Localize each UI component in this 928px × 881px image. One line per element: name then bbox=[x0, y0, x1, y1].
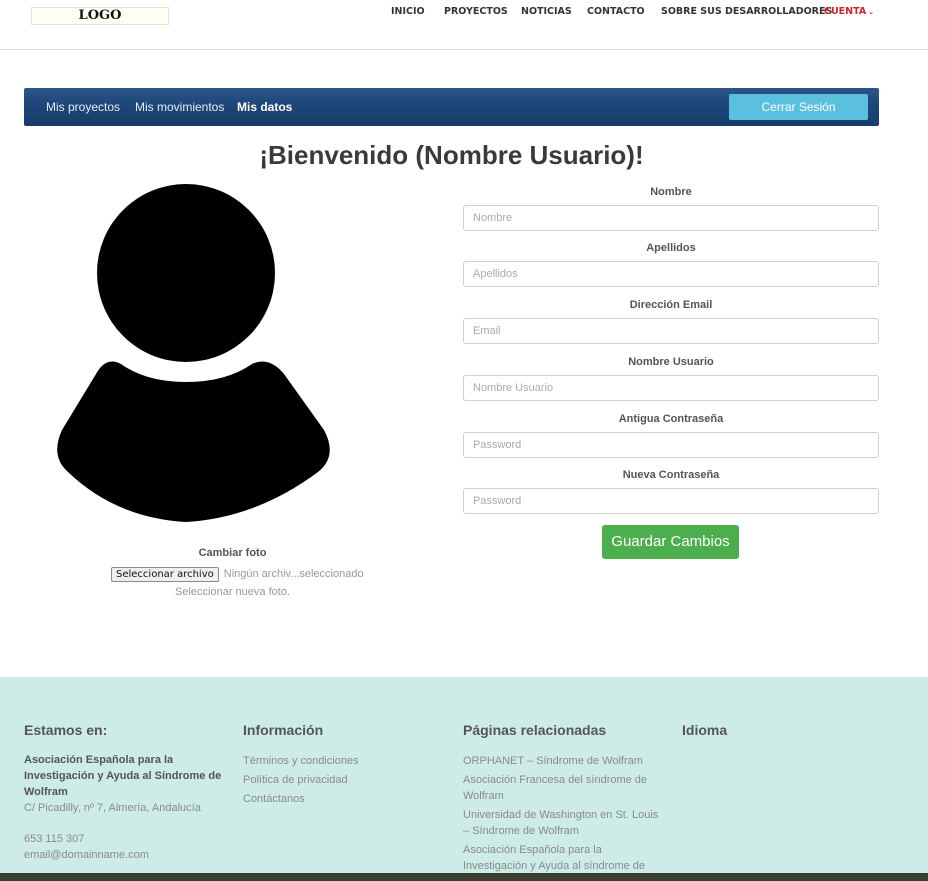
subnav-mis-datos[interactable]: Mis datos bbox=[237, 100, 292, 114]
field-label: Antigua Contraseña bbox=[618, 413, 724, 425]
field-label: Dirección Email bbox=[629, 299, 713, 311]
new-password-input[interactable] bbox=[463, 488, 879, 514]
footer-location-heading: Estamos en: bbox=[24, 722, 108, 738]
footer-link-washington-university[interactable]: Universidad de Washington en St. Louis –… bbox=[463, 807, 663, 839]
footer-link-orphanet[interactable]: ORPHANET – Síndrome de Wolfram bbox=[463, 753, 663, 769]
field-label: Apellidos bbox=[646, 242, 696, 254]
footer-bottom-strip bbox=[0, 873, 928, 881]
nombre-input[interactable] bbox=[463, 205, 879, 231]
footer-info-links: Términos y condiciones Política de priva… bbox=[243, 753, 443, 807]
user-avatar-icon bbox=[57, 184, 330, 522]
field-new-password: Nueva Contraseña bbox=[463, 469, 879, 514]
footer-org-name: Asociación Española para la Investigació… bbox=[24, 754, 222, 798]
footer-email: email@domainname.com bbox=[24, 849, 149, 861]
nav-item-cuenta[interactable]: CUENTA ⌄ bbox=[824, 6, 874, 17]
field-label: Nombre Usuario bbox=[628, 356, 714, 368]
site-footer: Estamos en: Asociación Española para la … bbox=[0, 677, 928, 881]
apellidos-input[interactable] bbox=[463, 261, 879, 287]
site-logo[interactable]: LOGO bbox=[31, 7, 169, 25]
footer-link-french-association[interactable]: Asociación Francesa del síndrome de Wolf… bbox=[463, 772, 663, 804]
footer-link-privacy[interactable]: Política de privacidad bbox=[243, 772, 443, 788]
file-picker: Seleccionar archivo Ningún archiv...sele… bbox=[111, 566, 364, 582]
email-input[interactable] bbox=[463, 318, 879, 344]
site-header: LOGO INICIO PROYECTOS NOTICIAS CONTACTO … bbox=[0, 0, 928, 50]
field-username: Nombre Usuario bbox=[463, 356, 879, 401]
nav-item-noticias[interactable]: NOTICIAS bbox=[521, 6, 572, 17]
footer-location: Asociación Española para la Investigació… bbox=[24, 752, 229, 863]
footer-phone: 653 115 307 bbox=[24, 833, 85, 845]
field-nombre: Nombre bbox=[463, 186, 879, 231]
footer-related-heading: Páginas relacionadas bbox=[463, 722, 607, 738]
logout-button[interactable]: Cerrar Sesión bbox=[729, 94, 868, 120]
old-password-input[interactable] bbox=[463, 432, 879, 458]
field-label: Nueva Contraseña bbox=[622, 469, 720, 481]
footer-language-heading: Idioma bbox=[682, 722, 728, 738]
nav-item-proyectos[interactable]: PROYECTOS bbox=[444, 6, 508, 17]
page-title: ¡Bienvenido (Nombre Usuario)! bbox=[259, 140, 644, 170]
field-label: Nombre bbox=[650, 186, 692, 198]
save-changes-button[interactable]: Guardar Cambios bbox=[602, 525, 739, 559]
footer-address: C/ Picadilly, nº 7, Almería, Andalucía bbox=[24, 802, 201, 814]
nav-item-cuenta-label: CUENTA bbox=[824, 6, 867, 17]
field-apellidos: Apellidos bbox=[463, 242, 879, 287]
footer-link-terms[interactable]: Términos y condiciones bbox=[243, 753, 443, 769]
footer-link-contact[interactable]: Contáctanos bbox=[243, 791, 443, 807]
nav-item-contacto[interactable]: CONTACTO bbox=[587, 6, 645, 17]
account-subnav: Mis proyectos Mis movimientos Mis datos … bbox=[24, 88, 879, 126]
nav-item-inicio[interactable]: INICIO bbox=[391, 6, 425, 17]
field-old-password: Antigua Contraseña bbox=[463, 413, 879, 458]
select-file-button[interactable]: Seleccionar archivo bbox=[111, 566, 219, 582]
subnav-mis-proyectos[interactable]: Mis proyectos bbox=[46, 100, 120, 114]
change-photo-label: Cambiar foto bbox=[198, 547, 267, 559]
subnav-mis-movimientos[interactable]: Mis movimientos bbox=[135, 100, 224, 114]
footer-info-heading: Información bbox=[243, 722, 324, 738]
chevron-down-icon: ⌄ bbox=[868, 8, 875, 16]
username-input[interactable] bbox=[463, 375, 879, 401]
field-email: Dirección Email bbox=[463, 299, 879, 344]
nav-item-sobre-desarrolladores[interactable]: SOBRE SUS DESARROLLADORES bbox=[661, 6, 832, 17]
footer-related-links: ORPHANET – Síndrome de Wolfram Asociació… bbox=[463, 753, 663, 881]
photo-help-text: Seleccionar nueva foto. bbox=[175, 586, 290, 598]
file-status-text: Ningún archiv...seleccionado bbox=[223, 568, 364, 580]
